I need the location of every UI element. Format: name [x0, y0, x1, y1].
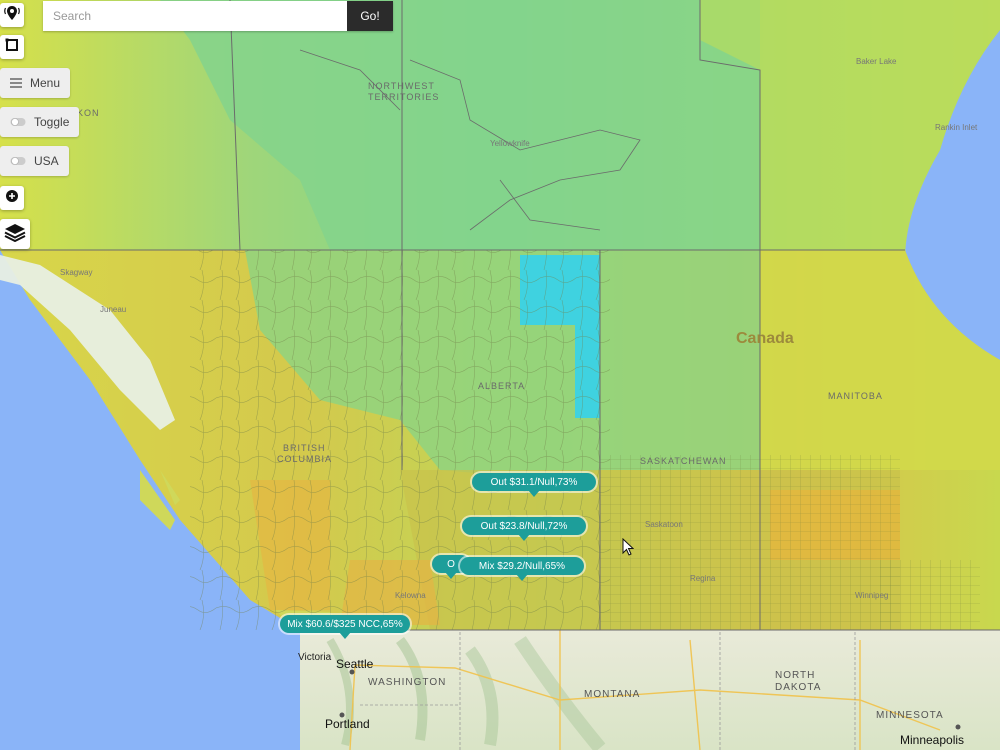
label-british: BRITISH: [283, 443, 326, 453]
usa-land: [290, 630, 1000, 750]
label-saskatchewan: SASKATCHEWAN: [640, 456, 727, 466]
label-dakota: DAKOTA: [775, 682, 821, 693]
label-minnesota: MINNESOTA: [876, 710, 944, 721]
hamburger-icon: [10, 78, 22, 88]
label-saskatoon: Saskatoon: [645, 520, 683, 529]
plus-circle-icon: [5, 189, 19, 208]
go-button[interactable]: Go!: [347, 1, 393, 31]
label-columbia: COLUMBIA: [277, 454, 332, 464]
label-alberta: ALBERTA: [478, 381, 525, 391]
label-northwest: NORTHWEST: [368, 81, 435, 91]
map-canvas[interactable]: NORTHWEST TERRITORIES KON Yellowknife Ba…: [0, 0, 1000, 750]
toggle-label: Toggle: [34, 115, 70, 129]
label-kelowna: Kelowna: [395, 591, 426, 600]
label-winnipeg: Winnipeg: [855, 591, 888, 600]
label-north: NORTH: [775, 670, 815, 681]
label-canada: Canada: [736, 330, 794, 347]
square-draw-icon: [4, 37, 20, 58]
label-yellowknife: Yellowknife: [490, 139, 530, 148]
location-pin-icon: [3, 4, 21, 27]
mouse-cursor: [622, 537, 635, 561]
popup-label[interactable]: Mix $60.6/$325 NCC,65%: [280, 615, 410, 639]
label-rankin-inlet: Rankin Inlet: [935, 123, 978, 132]
district-grid-mb: [880, 560, 980, 630]
layers-icon: [4, 222, 26, 247]
label-washington: WASHINGTON: [368, 677, 446, 688]
usa-toggle-button[interactable]: USA: [0, 146, 69, 176]
search-input[interactable]: [43, 1, 347, 31]
toggle-button[interactable]: Toggle: [0, 107, 80, 137]
label-manitoba: MANITOBA: [828, 391, 883, 401]
label-territories: TERRITORIES: [368, 92, 439, 102]
menu-button[interactable]: Menu: [0, 68, 71, 98]
label-portland: Portland: [325, 717, 370, 731]
toggle-icon: [10, 117, 26, 127]
label-juneau: Juneau: [100, 305, 126, 314]
label-seattle: Seattle: [336, 657, 374, 671]
district-grid-sk: [600, 455, 900, 630]
zoom-button[interactable]: [0, 186, 24, 210]
label-victoria: Victoria: [298, 652, 332, 663]
label-montana: MONTANA: [584, 689, 640, 700]
popup-label[interactable]: Out $23.8/Null,72%: [462, 517, 586, 541]
label-skagway: Skagway: [60, 268, 92, 277]
layers-button[interactable]: [0, 219, 30, 249]
menu-label: Menu: [30, 76, 61, 90]
label-baker-lake: Baker Lake: [856, 57, 897, 66]
label-regina: Regina: [690, 574, 716, 583]
draw-square-button[interactable]: [0, 35, 24, 59]
location-pin-button[interactable]: [0, 3, 24, 27]
usa-label: USA: [34, 154, 59, 168]
label-minneapolis: Minneapolis: [900, 733, 964, 747]
search-bar: Go!: [43, 1, 393, 31]
toggle-icon: [10, 156, 26, 166]
popup-label[interactable]: Mix $29.2/Null,65%: [460, 557, 584, 581]
label-yukon: KON: [77, 108, 100, 118]
popup-label[interactable]: Out $31.1/Null,73%: [472, 473, 596, 497]
